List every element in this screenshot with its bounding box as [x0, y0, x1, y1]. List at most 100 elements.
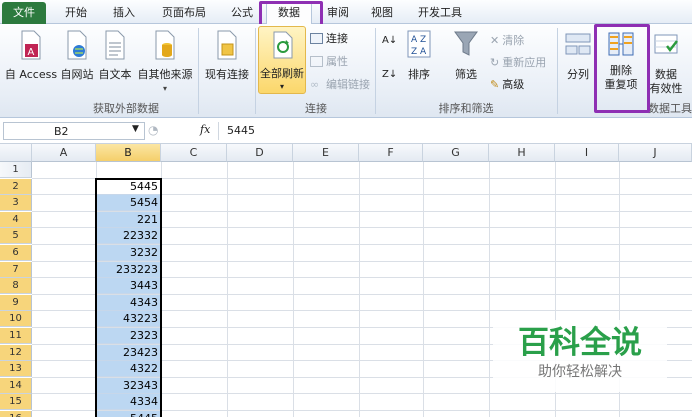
separator: [375, 28, 376, 114]
cancel-edit-icon: ◔: [148, 123, 159, 137]
row-header[interactable]: 10: [0, 311, 32, 328]
remove-duplicates-highlight: [594, 24, 650, 113]
clear-filter-icon: ✕: [490, 34, 500, 47]
cell-b16[interactable]: 5445: [96, 411, 161, 417]
select-all-corner[interactable]: [0, 144, 32, 162]
ribbon: A 自 Access 自网站 自文本 自其他来源 ▾ 现有连接 获取外部数据 全…: [0, 24, 692, 118]
column-header[interactable]: J: [619, 144, 692, 162]
split-columns-icon: [565, 33, 591, 55]
row-header[interactable]: 14: [0, 377, 32, 394]
cell-b15[interactable]: 4334: [96, 394, 161, 411]
filter-funnel-icon: [454, 31, 478, 56]
chevron-down-icon: ▾: [162, 84, 167, 93]
row-header[interactable]: 16: [0, 411, 32, 417]
group-label-connections: 连接: [305, 102, 327, 115]
row-header[interactable]: 15: [0, 394, 32, 411]
separator: [255, 28, 256, 114]
cell-b2[interactable]: 5445: [96, 178, 161, 195]
row-header[interactable]: 6: [0, 245, 32, 261]
sort-az-icon: A↓: [382, 35, 398, 46]
svg-text:A: A: [28, 47, 35, 58]
ribbon-tab-bar: 文件 开始 插入 页面布局 公式 数据 审阅 视图 开发工具: [0, 0, 692, 25]
connections-icon: [310, 33, 323, 44]
group-label-sort-filter: 排序和筛选: [438, 102, 494, 115]
separator: [198, 28, 199, 114]
watermark: 百科全说 助你轻松解决: [493, 320, 667, 392]
text-file-icon: [105, 30, 125, 60]
row-header[interactable]: 8: [0, 278, 32, 295]
sort-icon: A Z Z A: [407, 30, 431, 58]
column-header[interactable]: B: [96, 144, 161, 162]
row-header[interactable]: 12: [0, 344, 32, 361]
cell-b6[interactable]: 3232: [96, 245, 161, 261]
connections-button[interactable]: 连接: [310, 32, 348, 46]
row-header[interactable]: 2: [0, 178, 32, 195]
row-header[interactable]: 11: [0, 328, 32, 344]
column-header[interactable]: G: [423, 144, 489, 162]
existing-connections-icon: [217, 30, 237, 60]
formula-input[interactable]: 5445: [218, 122, 690, 140]
data-validation-icon: [654, 34, 678, 54]
tab-home[interactable]: 开始: [56, 4, 96, 24]
edit-links-button[interactable]: ∞ 编辑链接: [310, 78, 370, 92]
insert-function-button[interactable]: fx: [200, 123, 210, 136]
properties-button[interactable]: 属性: [310, 55, 348, 69]
sort-ascending-button[interactable]: A↓: [382, 34, 397, 48]
row-header[interactable]: 7: [0, 261, 32, 278]
group-label-external-data: 获取外部数据: [93, 102, 159, 115]
row-header[interactable]: 4: [0, 211, 32, 228]
column-header[interactable]: A: [32, 144, 96, 162]
advanced-filter-button[interactable]: ✎ 高级: [490, 78, 524, 92]
cell-b13[interactable]: 4322: [96, 361, 161, 378]
web-icon: [67, 30, 87, 60]
cell-b8[interactable]: 3443: [96, 278, 161, 295]
excel-window: 文件 开始 插入 页面布局 公式 数据 审阅 视图 开发工具 A 自 Acces…: [0, 0, 692, 417]
tab-insert[interactable]: 插入: [104, 4, 144, 24]
column-header[interactable]: F: [359, 144, 423, 162]
watermark-subtitle: 助你轻松解决: [538, 364, 622, 380]
row-header[interactable]: 5: [0, 228, 32, 245]
row-header[interactable]: 1: [0, 162, 32, 178]
column-header[interactable]: C: [161, 144, 227, 162]
tab-view[interactable]: 视图: [362, 4, 402, 24]
row-header[interactable]: 9: [0, 294, 32, 311]
name-box[interactable]: B2 ▼: [3, 122, 145, 140]
tab-page-layout[interactable]: 页面布局: [152, 4, 216, 24]
access-icon: A: [21, 30, 41, 60]
svg-text:Z A: Z A: [411, 47, 427, 57]
column-header[interactable]: E: [293, 144, 359, 162]
tab-review[interactable]: 审阅: [318, 4, 358, 24]
row-header[interactable]: 13: [0, 361, 32, 378]
cell-b10[interactable]: 43223: [96, 311, 161, 328]
link-icon: ∞: [310, 78, 320, 91]
clear-filter-button[interactable]: ✕ 清除: [490, 34, 524, 48]
reapply-button[interactable]: ↻ 重新应用: [490, 56, 546, 70]
svg-text:A Z: A Z: [411, 35, 426, 45]
column-header[interactable]: D: [227, 144, 293, 162]
watermark-title: 百科全说: [518, 325, 642, 361]
tab-developer[interactable]: 开发工具: [410, 4, 470, 24]
cell-b5[interactable]: 22332: [96, 228, 161, 245]
cell-b9[interactable]: 4343: [96, 294, 161, 311]
sort-za-icon: Z↓: [382, 69, 398, 80]
reapply-icon: ↻: [490, 56, 500, 69]
refresh-all-button[interactable]: 全部刷新 ▾: [258, 26, 306, 94]
sort-descending-button[interactable]: Z↓: [382, 68, 397, 82]
formula-bar: B2 ▼ ◔ fx 5445: [0, 118, 692, 144]
tab-formulas[interactable]: 公式: [222, 4, 262, 24]
cell-b11[interactable]: 2323: [96, 328, 161, 344]
advanced-filter-icon: ✎: [490, 78, 500, 91]
chevron-down-icon: ▼: [132, 124, 139, 134]
cell-b4[interactable]: 221: [96, 211, 161, 228]
cell-b7[interactable]: 233223: [96, 261, 161, 278]
tab-file[interactable]: 文件: [2, 2, 46, 24]
column-header[interactable]: H: [489, 144, 555, 162]
properties-icon: [310, 56, 323, 67]
database-icon: [155, 30, 175, 60]
row-header[interactable]: 3: [0, 195, 32, 212]
cell-b14[interactable]: 32343: [96, 377, 161, 394]
refresh-icon: [273, 31, 293, 59]
cell-b12[interactable]: 23423: [96, 344, 161, 361]
column-header[interactable]: I: [555, 144, 619, 162]
cell-b3[interactable]: 5454: [96, 195, 161, 212]
